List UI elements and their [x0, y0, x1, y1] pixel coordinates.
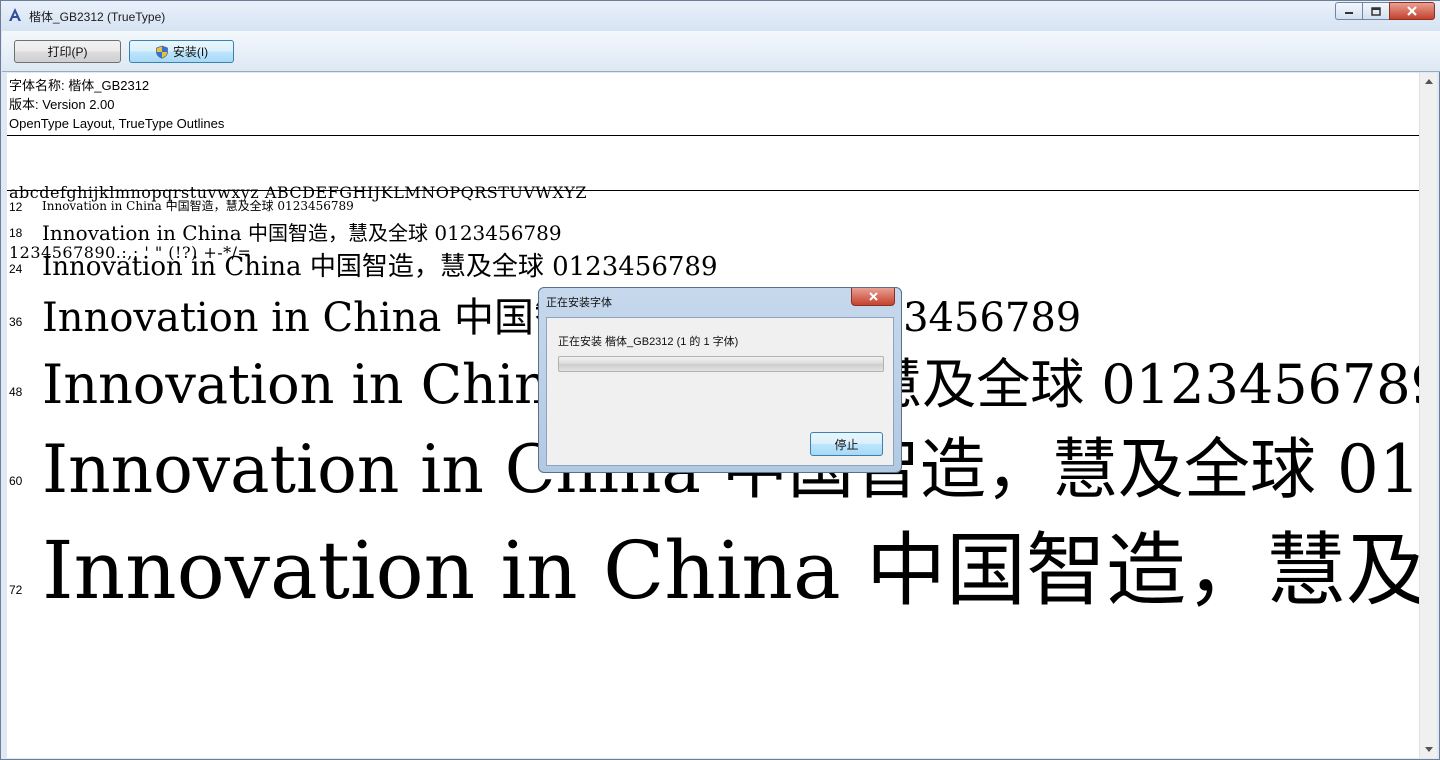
sample-size: 18	[9, 226, 23, 240]
print-button[interactable]: 打印(P)	[14, 40, 121, 63]
sample-size: 12	[9, 200, 23, 214]
stop-button[interactable]: 停止	[810, 432, 883, 456]
dialog-title: 正在安装字体	[546, 297, 612, 309]
install-button[interactable]: 安装(I)	[129, 40, 234, 63]
sample-size: 36	[9, 315, 23, 329]
close-icon	[1407, 6, 1417, 16]
sample-size: 72	[9, 583, 23, 597]
sample-text: Innovation in China 中国智造，慧及全球 0123456789	[42, 524, 1419, 617]
scroll-up-button[interactable]	[1420, 73, 1437, 90]
install-button-label: 安装(I)	[172, 45, 209, 59]
font-type-line: OpenType Layout, TrueType Outlines	[9, 116, 225, 131]
print-button-label: 打印(P)	[47, 45, 88, 59]
dialog-close-button[interactable]	[851, 288, 895, 306]
vertical-scrollbar[interactable]	[1419, 73, 1437, 758]
minimize-button[interactable]	[1335, 2, 1362, 20]
font-info: 字体名称: 楷体_GB2312 版本: Version 2.00 OpenTyp…	[9, 76, 224, 133]
title-bar[interactable]: 楷体_GB2312 (TrueType)	[1, 1, 1440, 31]
font-version-line: 版本: Version 2.00	[9, 97, 115, 112]
sample-size: 24	[9, 262, 23, 276]
arrow-down-icon	[1424, 747, 1433, 752]
font-file-icon	[9, 8, 21, 21]
sample-size: 60	[9, 474, 23, 488]
toolbar: 打印(P) 安装(I)	[2, 31, 1440, 72]
maximize-button[interactable]	[1362, 2, 1389, 20]
sample-text: Innovation in China 中国智造，慧及全球 0123456789	[42, 199, 354, 213]
uac-shield-icon	[155, 45, 168, 59]
stop-button-label: 停止	[834, 437, 859, 452]
sample-size: 48	[9, 385, 23, 399]
divider	[7, 190, 1419, 191]
dialog-body: 正在安装 楷体_GB2312 (1 的 1 字体) 停止	[546, 317, 894, 466]
sample-text: Innovation in China 中国智造，慧及全球 0123456789	[42, 221, 562, 245]
scroll-down-button[interactable]	[1420, 741, 1437, 758]
divider	[7, 135, 1419, 136]
minimize-icon	[1345, 12, 1353, 14]
sample-text: Innovation in China 中国智造，慧及全球 0123456789	[42, 252, 718, 282]
caption-buttons	[1335, 2, 1435, 22]
maximize-icon	[1371, 6, 1381, 16]
installing-font-dialog: 正在安装字体 正在安装 楷体_GB2312 (1 的 1 字体) 停止	[538, 287, 902, 473]
install-progress-bar	[558, 356, 884, 372]
close-button[interactable]	[1389, 2, 1435, 20]
arrow-up-icon	[1424, 79, 1433, 84]
install-status-text: 正在安装 楷体_GB2312 (1 的 1 字体)	[558, 336, 739, 348]
font-name-line: 字体名称: 楷体_GB2312	[9, 78, 150, 93]
window-title: 楷体_GB2312 (TrueType)	[29, 10, 166, 24]
close-icon	[868, 292, 878, 301]
